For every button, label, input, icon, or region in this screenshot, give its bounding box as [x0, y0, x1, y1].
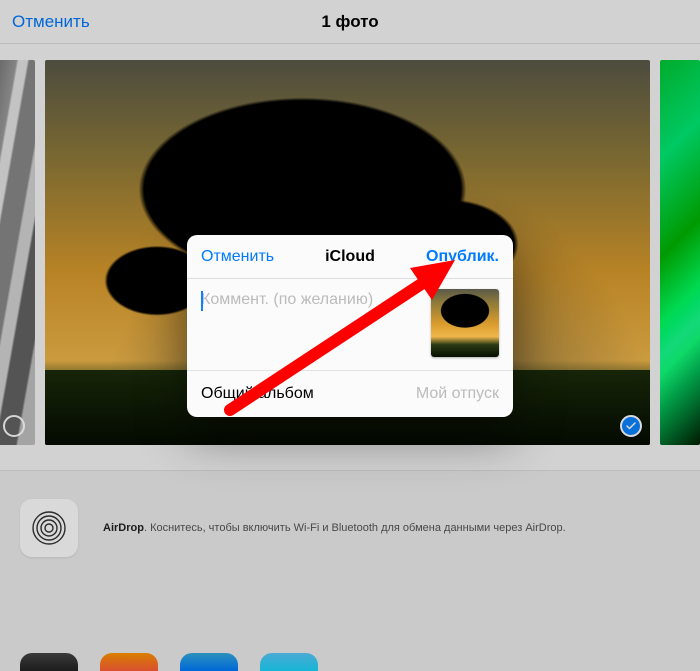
page-title: 1 фото: [321, 12, 378, 32]
airdrop-glyph-icon: [29, 508, 69, 548]
icloud-share-modal: Отменить iCloud Опублик. Общий альбом Мо…: [187, 235, 513, 417]
airdrop-icon: [20, 499, 78, 557]
app-1-icon[interactable]: [20, 653, 78, 671]
attached-photo-thumb[interactable]: [431, 289, 499, 357]
comment-input[interactable]: [201, 289, 419, 309]
airdrop-rest: . Коснитесь, чтобы включить Wi-Fi и Blue…: [144, 522, 566, 534]
airdrop-hint-text: AirDrop. Коснитесь, чтобы включить Wi-Fi…: [103, 522, 566, 534]
photo-thumb-next[interactable]: [660, 60, 700, 445]
check-icon: [625, 420, 637, 432]
share-sheet-screen: Отменить 1 фото: [0, 0, 700, 671]
modal-title: iCloud: [325, 248, 375, 266]
shared-album-label: Общий альбом: [201, 385, 314, 403]
app-3-icon[interactable]: [180, 653, 238, 671]
action-app-row: [20, 653, 318, 671]
share-options-panel: AirDrop. Коснитесь, чтобы включить Wi-Fi…: [0, 470, 700, 671]
modal-header: Отменить iCloud Опублик.: [187, 235, 513, 279]
modal-body: [187, 279, 513, 371]
top-navbar: Отменить 1 фото: [0, 0, 700, 44]
text-caret: [201, 291, 203, 311]
photo-thumb-prev[interactable]: [0, 60, 35, 445]
selection-circle-empty[interactable]: [3, 415, 25, 437]
app-2-icon[interactable]: [100, 653, 158, 671]
airdrop-name: AirDrop: [103, 522, 144, 534]
airdrop-row[interactable]: AirDrop. Коснитесь, чтобы включить Wi-Fi…: [20, 499, 680, 557]
modal-cancel-button[interactable]: Отменить: [187, 235, 288, 278]
shared-album-value: Мой отпуск: [416, 385, 499, 403]
app-4-icon[interactable]: [260, 653, 318, 671]
selected-checkmark-badge[interactable]: [620, 415, 642, 437]
modal-footer-row[interactable]: Общий альбом Мой отпуск: [187, 371, 513, 417]
cancel-button[interactable]: Отменить: [12, 12, 90, 32]
modal-publish-button[interactable]: Опублик.: [412, 235, 513, 278]
